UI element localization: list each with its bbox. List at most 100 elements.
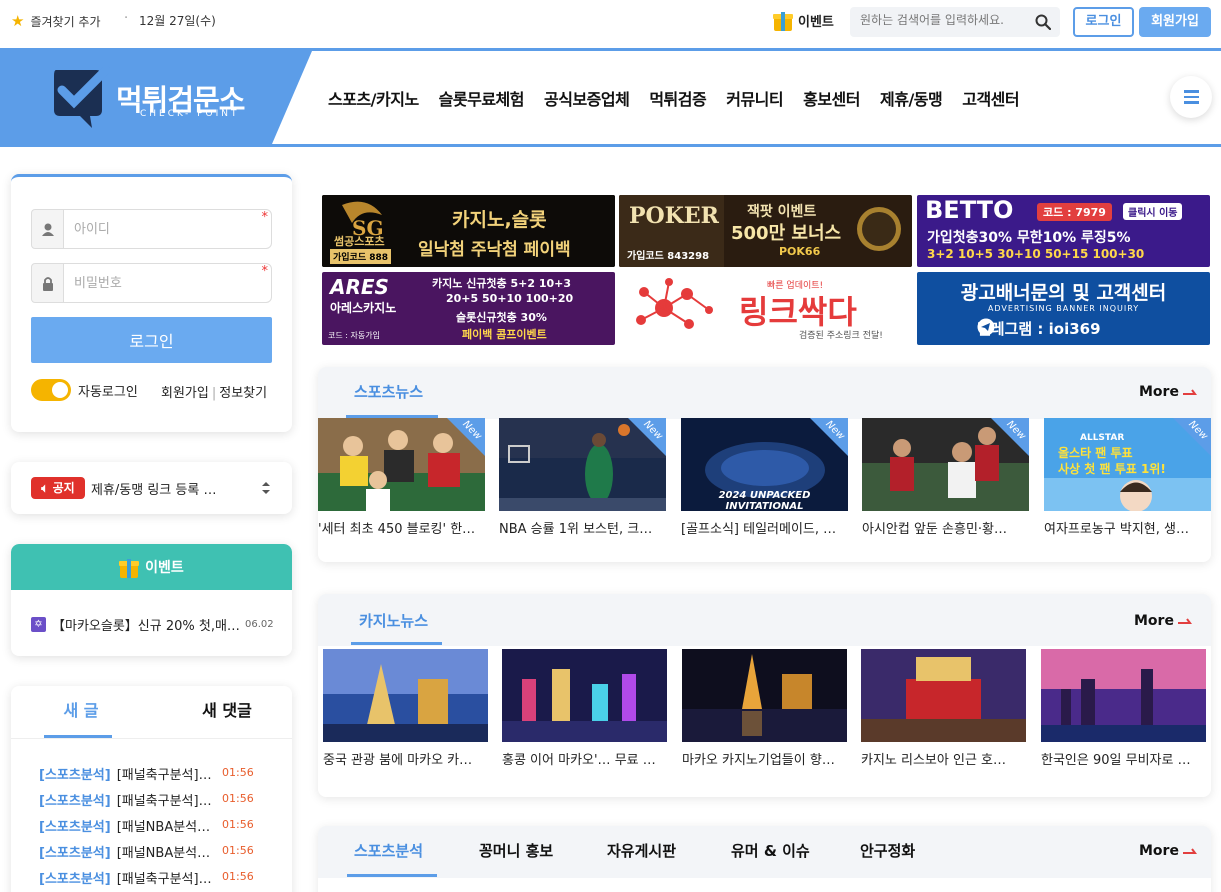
id-field: *: [31, 209, 272, 249]
banner-subtitle: ADVERTISING BANNER INQUIRY: [987, 304, 1140, 313]
list-item[interactable]: [스포츠분석] [패널축구분석]… 01:56: [39, 764, 254, 783]
speaker-icon: 🔈︎: [41, 481, 49, 495]
top-join-button[interactable]: 회원가입: [1139, 7, 1211, 37]
news-card[interactable]: New 아시안컵 앞둔 손흥민·황…: [862, 418, 1029, 537]
notice-badge: 🔈︎ 공지: [31, 477, 85, 499]
news-card[interactable]: 마카오 카지노기업들이 향…: [682, 649, 847, 768]
tab-divider: [11, 738, 292, 739]
nav-scam-verify[interactable]: 먹튀검증: [649, 86, 706, 110]
news-thumbnail: New: [862, 418, 1029, 511]
banner-poker[interactable]: POKER 가입코드 843298 잭팟 이벤트 500만 보너스 POK66: [619, 195, 912, 267]
news-thumbnail: [1041, 649, 1206, 742]
notice-panel: 🔈︎ 공지 제휴/동맹 링크 등록 …: [11, 462, 292, 514]
separator-dot: ·: [124, 11, 129, 26]
event-header[interactable]: 이벤트: [11, 544, 292, 590]
arrow-right-icon: [1177, 618, 1192, 624]
banner-ad-inquiry[interactable]: 광고배너문의 및 고객센터 ADVERTISING BANNER INQUIRY…: [917, 272, 1210, 345]
more-link[interactable]: More: [1134, 613, 1192, 629]
more-link[interactable]: More: [1139, 843, 1197, 859]
up-down-arrow-icon[interactable]: [261, 479, 271, 497]
tab-eye-candy[interactable]: 안구정화: [860, 840, 915, 861]
banner-contact: 텔레그램 : ioi369: [977, 320, 1101, 338]
id-input[interactable]: [63, 209, 272, 249]
more-link[interactable]: More: [1139, 384, 1197, 400]
tab-free-board[interactable]: 자유게시판: [607, 840, 676, 861]
banner-ssom-sports[interactable]: SG 썸공스포츠 가입코드 888 카지노,슬롯 일낙첨 주낙첨 페이백: [322, 195, 615, 267]
event-item[interactable]: ✡ 【마카오슬롯】신규 20% 첫,매…: [31, 615, 240, 634]
join-link[interactable]: 회원가입: [161, 386, 209, 401]
site-header: 먹튀검문소 CHECK- POINT 스포츠/카지노 슬롯무료체험 공식보증업체…: [0, 48, 1221, 147]
list-item[interactable]: [스포츠분석] [패널NBA분석… 01:56: [39, 816, 254, 835]
list-item[interactable]: [스포츠분석] [패널축구분석]… 01:56: [39, 868, 254, 887]
banner-ares-casino[interactable]: ARES 아레스카지노 코드 : 자동가입 카지노 신규첫충 5+2 10+3 …: [322, 272, 615, 345]
casino-news-title[interactable]: 카지노뉴스: [359, 610, 428, 631]
news-card[interactable]: 한국인은 90일 무비자로 …: [1041, 649, 1206, 768]
thumbnail-text: 2024 UNPACKED INVITATIONAL: [718, 490, 811, 511]
top-bar: ★ 즐겨찾기 추가 · 12월 27일(수) 이벤트 로그인 회원가입: [0, 0, 1221, 46]
board-tabs-section: 스포츠분석 꽁머니 홍보 자유게시판 유머 & 이슈 안구정화 More: [318, 826, 1211, 892]
news-thumbnail: [861, 649, 1026, 742]
news-card[interactable]: 홍콩 이어 마카오'… 무료 …: [502, 649, 667, 768]
news-card[interactable]: 2024 UNPACKED INVITATIONAL New [골프소식] 테일…: [681, 418, 848, 537]
list-item[interactable]: [스포츠분석] [패널축구분석]… 01:56: [39, 790, 254, 809]
nav-promotion[interactable]: 홍보센터: [803, 86, 860, 110]
nav-sports-casino[interactable]: 스포츠/카지노: [328, 86, 419, 110]
news-caption: 홍콩 이어 마카오'… 무료 …: [502, 753, 656, 768]
banner-link-ssakda[interactable]: 빠른 업데이트! 링크싹다 검증된 주소링크 전달!: [619, 272, 912, 345]
tab-new-posts[interactable]: 새 글: [11, 686, 151, 738]
banner-line4: 페이백 콤프이벤트: [462, 328, 547, 341]
news-card[interactable]: ALLSTAR 올스타 팬 투표 사상 첫 팬 투표 1위! New 여자프로농…: [1044, 418, 1211, 537]
news-card[interactable]: New '세터 최초 450 블로킹' 한…: [318, 418, 485, 537]
account-links: 회원가입 | 정보찾기: [161, 386, 268, 401]
banner-betto[interactable]: BETTO 코드 : 7979 클릭시 이동 가입첫충30% 무한10% 루징5…: [917, 195, 1210, 267]
notice-text[interactable]: 제휴/동맹 링크 등록 …: [91, 479, 216, 498]
news-caption: [골프소식] 테일러메이드, …: [681, 522, 837, 537]
post-category: [스포츠분석]: [39, 768, 111, 783]
nav-official-partners[interactable]: 공식보증업체: [544, 86, 630, 110]
add-favorite-link[interactable]: ★ 즐겨찾기 추가: [11, 12, 101, 30]
tab-free-money[interactable]: 꽁머니 홍보: [479, 840, 553, 861]
banner-click: 클릭시 이동: [1123, 203, 1183, 220]
password-input[interactable]: [63, 263, 272, 303]
nav-slot-free[interactable]: 슬롯무료체험: [439, 86, 525, 110]
event-link[interactable]: 이벤트: [773, 9, 834, 31]
sports-news-title[interactable]: 스포츠뉴스: [354, 381, 423, 402]
user-icon: [31, 209, 64, 249]
main-nav: 스포츠/카지노 슬롯무료체험 공식보증업체 먹튀검증 커뮤니티 홍보센터 제휴/…: [328, 86, 1039, 110]
tab-new-comments[interactable]: 새 댓글: [157, 686, 297, 738]
news-caption: 여자프로농구 박지현, 생…: [1044, 522, 1189, 537]
post-category: [스포츠분석]: [39, 794, 111, 809]
top-login-button[interactable]: 로그인: [1073, 7, 1134, 37]
thumbnail-text: ALLSTAR: [1080, 433, 1125, 443]
news-caption: NBA 승률 1위 보스턴, 크…: [499, 522, 653, 537]
tab-sports-analysis[interactable]: 스포츠분석: [354, 840, 423, 861]
banner-code: 코드 : 자동가입: [328, 331, 380, 340]
banner-code: 가입코드 843298: [627, 251, 710, 262]
active-tab-underline: [351, 642, 442, 645]
banner-subtitle: 검증된 주소링크 전달!: [799, 331, 883, 341]
hamburger-menu-icon[interactable]: [1170, 76, 1212, 118]
login-button[interactable]: 로그인: [31, 317, 272, 363]
event-date: 06.02: [245, 619, 274, 630]
nav-community[interactable]: 커뮤니티: [726, 86, 783, 110]
more-label: More: [1134, 613, 1174, 629]
search-input[interactable]: [860, 13, 1030, 27]
auto-login-toggle[interactable]: [31, 379, 71, 401]
list-item[interactable]: [스포츠분석] [패널NBA분석… 01:56: [39, 842, 254, 861]
tab-humor-issue[interactable]: 유머 & 이슈: [731, 840, 810, 861]
banner-brand: ARES: [330, 275, 389, 299]
news-card[interactable]: 카지노 리스보아 인근 호…: [861, 649, 1026, 768]
search-icon[interactable]: [1035, 14, 1051, 30]
banner-line3: 슬롯신규첫충 30%: [456, 311, 547, 324]
nav-customer-center[interactable]: 고객센터: [962, 86, 1019, 110]
news-card[interactable]: New NBA 승률 1위 보스턴, 크…: [499, 418, 666, 537]
event-panel: 이벤트 ✡ 【마카오슬롯】신규 20% 첫,매… 06.02: [11, 544, 292, 656]
find-info-link[interactable]: 정보찾기: [219, 386, 267, 401]
news-thumbnail: ALLSTAR 올스타 팬 투표 사상 첫 팬 투표 1위! New: [1044, 418, 1211, 511]
nav-partnership[interactable]: 제휴/동맹: [880, 86, 943, 110]
checkmark-logo-icon[interactable]: [50, 66, 110, 132]
news-card[interactable]: 중국 관광 붐에 마카오 카…: [323, 649, 488, 768]
banner-line2: 500만 보너스: [731, 223, 842, 244]
lock-icon: [31, 263, 64, 303]
banner-title: 광고배너문의 및 고객센터: [960, 282, 1167, 304]
